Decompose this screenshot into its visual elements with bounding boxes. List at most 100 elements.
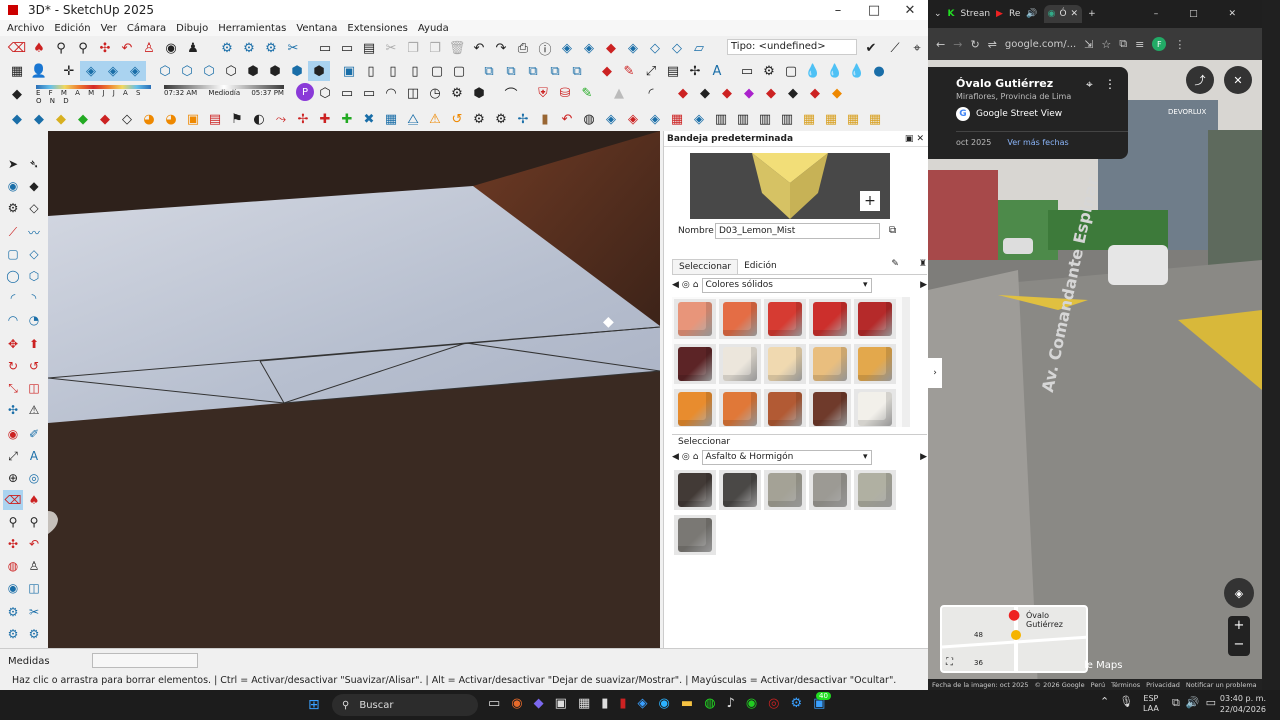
expand-map-icon[interactable]: ⛶	[946, 657, 953, 668]
arc-tool-icon[interactable]: ⌒	[500, 83, 522, 103]
hidden-line-icon[interactable]: ⬢	[286, 61, 308, 81]
frame-icon[interactable]: ▢	[426, 61, 448, 81]
group-icon[interactable]: ⚙	[238, 38, 260, 58]
layout-icon-2[interactable]: ⧉	[500, 61, 522, 81]
copy-icon[interactable]: ❐	[402, 38, 424, 58]
forward-icon-2[interactable]: ◎	[682, 452, 690, 462]
ext-33-icon[interactable]: ▥	[710, 109, 732, 129]
comp-tool-icon[interactable]: ⚙	[3, 602, 23, 622]
ext-40-icon[interactable]: ▦	[864, 109, 886, 129]
street-view[interactable]: DEVORLUX Av. Comandante Espinar Óvalo Gu…	[928, 60, 1262, 690]
details-icon[interactable]: ▶	[920, 280, 927, 290]
fill-icon[interactable]: 💧	[846, 61, 868, 81]
door-icon[interactable]: ▯	[360, 61, 382, 81]
open-file-icon[interactable]: ▭	[336, 38, 358, 58]
menu-extensiones[interactable]: Extensiones	[347, 23, 407, 34]
solid-color-swatch[interactable]	[719, 299, 761, 339]
app-red-icon[interactable]: ▮	[619, 696, 626, 711]
solid-color-swatch[interactable]	[854, 344, 896, 384]
asphalt-swatch[interactable]	[674, 515, 716, 555]
expand-panel-button[interactable]: ›	[928, 358, 942, 388]
ext-6-icon[interactable]: ◇	[116, 109, 138, 129]
eraser-icon[interactable]: ◆	[24, 176, 44, 196]
explode-icon[interactable]: ⚙	[260, 38, 282, 58]
info-icon[interactable]: ⓘ	[534, 38, 556, 58]
solid-color-swatch[interactable]	[719, 344, 761, 384]
orbit-icon[interactable]: ◎	[24, 468, 44, 488]
solid-color-swatch[interactable]	[674, 389, 716, 427]
tag-icon[interactable]: ⟋	[884, 38, 906, 58]
arc-icon[interactable]: ◜	[3, 288, 23, 308]
pie-icon[interactable]: ◔	[24, 310, 44, 330]
solid-color-swatch[interactable]	[809, 389, 851, 427]
duplicate-icon[interactable]: ⧉	[889, 225, 896, 236]
frame-select-icon[interactable]: ▢	[780, 61, 802, 81]
material-name-field[interactable]: D03_Lemon_Mist	[715, 223, 880, 239]
zoom-ext-tool-icon[interactable]: ✣	[3, 534, 23, 554]
windows-start-icon[interactable]: ⊞	[308, 697, 320, 713]
back-icon[interactable]: ◀	[672, 280, 679, 290]
water-icon[interactable]: 💧	[824, 61, 846, 81]
section-tool-icon[interactable]: ⊕	[3, 468, 23, 488]
ext-30-icon[interactable]: ◈	[644, 109, 666, 129]
3dtext-tool-icon[interactable]: A	[24, 446, 44, 466]
task-view-icon[interactable]: ▭	[488, 696, 500, 711]
ext-27-icon[interactable]: ◍	[578, 109, 600, 129]
3d-viewport[interactable]: ◆	[48, 131, 660, 648]
rotate-icon[interactable]: ↻	[3, 356, 23, 376]
rectangle-icon[interactable]: ▢	[3, 244, 23, 264]
store-icon[interactable]: ▣	[555, 696, 567, 711]
library-select-2[interactable]: Asfalto & Hormigón ▾	[701, 449, 872, 465]
asphalt-swatch[interactable]	[764, 470, 806, 510]
ext-14-icon[interactable]: ✢	[292, 109, 314, 129]
ext-8-icon[interactable]: ◕	[160, 109, 182, 129]
ext-13-icon[interactable]: ⤳	[270, 109, 292, 129]
pencil-red-icon[interactable]: ✎	[618, 61, 640, 81]
ext-18-icon[interactable]: ▦	[380, 109, 402, 129]
right-view-icon[interactable]: ⬡	[220, 61, 242, 81]
geo-icon[interactable]: ▱	[688, 38, 710, 58]
photo-icon[interactable]: ◫	[402, 83, 424, 103]
save-icon[interactable]: ▤	[358, 38, 380, 58]
scene-icon[interactable]: ▭	[358, 83, 380, 103]
home-icon-2[interactable]: ⌂	[693, 452, 699, 462]
followme-icon[interactable]: ↺	[24, 356, 44, 376]
solid-color-swatch[interactable]	[764, 299, 806, 339]
walk-tool-icon[interactable]: ♙	[24, 556, 44, 576]
circle-fill-icon[interactable]: ●	[868, 61, 890, 81]
axes-icon[interactable]: ✛	[58, 61, 80, 81]
paint-icon[interactable]: ♠	[28, 38, 50, 58]
footer-report[interactable]: Notificar un problema	[1186, 681, 1257, 689]
ext-25-icon[interactable]: ▮	[534, 109, 556, 129]
footer-terms[interactable]: Términos	[1111, 681, 1140, 689]
ext-23-icon[interactable]: ⚙	[490, 109, 512, 129]
ext-1-icon[interactable]: ◆	[6, 109, 28, 129]
ext-16-icon[interactable]: ✚	[336, 109, 358, 129]
forward-icon[interactable]: ◎	[682, 280, 690, 290]
more-dates-link[interactable]: Ver más fechas	[1007, 138, 1068, 147]
paste-icon[interactable]: ❐	[424, 38, 446, 58]
xray-icon[interactable]: ◈	[80, 61, 102, 81]
ext-3-icon[interactable]: ◆	[50, 109, 72, 129]
home-icon[interactable]: ⌂	[693, 280, 699, 290]
tab-seleccionar[interactable]: Seleccionar	[672, 259, 739, 274]
arc2-icon[interactable]: ◝	[24, 288, 44, 308]
clock-icon[interactable]: ◷	[424, 83, 446, 103]
month-slider[interactable]: E F M A M J J A S O N D	[36, 85, 151, 105]
ext-31-icon[interactable]: ▦	[666, 109, 688, 129]
layout-icon-3[interactable]: ⧉	[522, 61, 544, 81]
outliner-icon[interactable]: ✂	[282, 38, 304, 58]
chrome-window-controls[interactable]: – □ ✕	[1154, 9, 1250, 19]
tab-edicion[interactable]: Edición	[738, 259, 783, 274]
card-menu-icon[interactable]: ⋮	[1104, 77, 1116, 91]
ext-29-icon[interactable]: ◈	[622, 109, 644, 129]
ext-9-icon[interactable]: ▣	[182, 109, 204, 129]
photo-texture-icon[interactable]: ◈	[622, 38, 644, 58]
ext-32-icon[interactable]: ◈	[688, 109, 710, 129]
gear-icon[interactable]: ⚙	[446, 83, 468, 103]
profile-avatar[interactable]: F	[1152, 37, 1167, 51]
push-4-icon[interactable]: ◆	[738, 83, 760, 103]
position-camera-icon[interactable]: ♟	[182, 38, 204, 58]
share-icon[interactable]: ⤴	[1186, 66, 1214, 94]
left-view-icon[interactable]: ⬢	[264, 61, 286, 81]
